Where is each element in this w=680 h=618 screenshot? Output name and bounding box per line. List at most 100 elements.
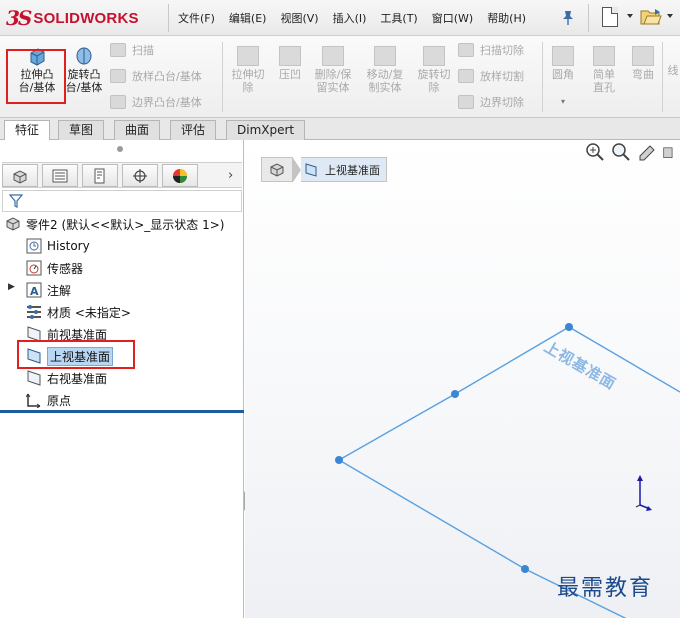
loft-cut-label: 放样切割 xyxy=(480,70,524,83)
boundary-cut-icon xyxy=(458,95,474,109)
tab-dimxpert[interactable]: DimXpert xyxy=(226,120,306,140)
extrude-cut-icon xyxy=(237,46,259,66)
origin-icon xyxy=(25,392,42,409)
fillet-button[interactable]: 圆角 ▾ xyxy=(546,42,580,110)
menu-help[interactable]: 帮助(H) xyxy=(487,10,526,26)
boundary-boss-label: 边界凸台/基体 xyxy=(132,96,202,109)
propertymanager-tab[interactable] xyxy=(42,164,78,187)
delete-body-button[interactable]: 删除/保留实体 xyxy=(308,42,358,110)
expand-arrow-icon[interactable]: ▶ xyxy=(8,282,15,292)
divider xyxy=(168,4,169,32)
revolve-cut-button[interactable]: 旋转切除 xyxy=(412,42,456,110)
indent-button[interactable]: 压凹 xyxy=(272,42,308,110)
indent-label: 压凹 xyxy=(279,68,301,81)
new-document-icon[interactable] xyxy=(602,7,618,27)
move-copy-icon xyxy=(374,46,396,66)
menu-tools[interactable]: 工具(T) xyxy=(380,10,417,26)
tree-item-origin[interactable]: 原点 xyxy=(25,390,72,410)
menu-bar: 文件(F) 编辑(E) 视图(V) 插入(I) 工具(T) 窗口(W) 帮助(H… xyxy=(178,0,540,36)
pin-icon[interactable] xyxy=(561,10,575,26)
sweep-cut-icon xyxy=(458,43,474,57)
tree-item-annotations[interactable]: A 注解 xyxy=(26,280,71,300)
property-list-icon xyxy=(52,169,68,182)
featuremanager-tab[interactable] xyxy=(2,164,38,187)
tree-item-label: 材质 <未指定> xyxy=(47,305,131,320)
fillet-dropdown-arrow[interactable]: ▾ xyxy=(546,95,580,108)
flex-button[interactable]: 弯曲 xyxy=(628,42,658,110)
tree-item-sensors[interactable]: 传感器 xyxy=(26,258,83,278)
svg-text:A: A xyxy=(30,285,39,298)
dimxpertmanager-tab[interactable] xyxy=(122,164,158,187)
menu-window[interactable]: 窗口(W) xyxy=(432,10,473,26)
move-copy-body-button[interactable]: 移动/复制实体 xyxy=(360,42,410,110)
menu-insert[interactable]: 插入(I) xyxy=(333,10,367,26)
flex-icon xyxy=(632,46,654,66)
revolve-cut-icon xyxy=(423,46,445,66)
fillet-icon xyxy=(552,46,574,66)
history-icon xyxy=(26,238,42,254)
brand-name: SOLIDWORKS xyxy=(33,9,139,27)
boundary-cut-button[interactable]: 边界切除 xyxy=(458,92,524,112)
plane-icon xyxy=(26,370,42,386)
tree-item-history[interactable]: History xyxy=(26,236,90,256)
panel-divider xyxy=(0,410,244,413)
open-dropdown-arrow[interactable] xyxy=(667,14,673,18)
filter-icon[interactable] xyxy=(9,193,23,209)
boundary-boss-button[interactable]: 边界凸台/基体 xyxy=(110,92,202,112)
sweep-cut-button[interactable]: 扫描切除 xyxy=(458,40,524,60)
material-icon xyxy=(26,304,42,320)
revolve-cut-label: 旋转切除 xyxy=(417,68,451,94)
title-bar: 3S SOLIDWORKS 文件(F) 编辑(E) 视图(V) 插入(I) 工具… xyxy=(0,0,680,36)
crosshair-icon xyxy=(133,168,147,183)
top-plane-highlight-box xyxy=(17,340,135,369)
loft-cut-icon xyxy=(458,69,474,83)
new-dropdown-arrow[interactable] xyxy=(627,14,633,18)
solidworks-logo[interactable]: 3S SOLIDWORKS xyxy=(6,0,158,36)
delete-body-icon xyxy=(322,46,344,66)
panel-grip-icon[interactable] xyxy=(117,146,123,152)
chevron-right-icon[interactable]: › xyxy=(228,164,242,187)
solidworks-window: 3S SOLIDWORKS 文件(F) 编辑(E) 视图(V) 插入(I) 工具… xyxy=(0,0,680,618)
revolve-boss-icon xyxy=(76,47,92,65)
divider xyxy=(542,42,543,112)
configurationmanager-tab[interactable] xyxy=(82,164,118,187)
tree-item-label: 原点 xyxy=(47,393,72,408)
tree-item-label: 传感器 xyxy=(47,261,84,276)
tab-features[interactable]: 特征 xyxy=(4,120,51,141)
delete-body-label: 删除/保留实体 xyxy=(314,68,352,94)
tree-item-label: History xyxy=(47,239,90,253)
tree-filter[interactable] xyxy=(2,190,242,212)
manager-tabs: › xyxy=(2,162,242,188)
displaymanager-tab[interactable] xyxy=(162,164,198,187)
extrude-cut-button[interactable]: 拉伸切除 xyxy=(226,42,270,110)
menu-view[interactable]: 视图(V) xyxy=(280,10,318,26)
loft-button[interactable]: 放样凸台/基体 xyxy=(110,66,202,86)
sweep-button[interactable]: 扫描 xyxy=(110,40,154,60)
graphics-area[interactable]: 上视基准面 上视基准面 最需教育 xyxy=(245,140,680,618)
revolve-boss-button[interactable]: 旋转凸台/基体 xyxy=(62,42,106,110)
tab-sketch[interactable]: 草图 xyxy=(58,120,105,140)
sweep-cut-label: 扫描切除 xyxy=(480,44,524,57)
indent-icon xyxy=(279,46,301,66)
move-copy-label: 移动/复制实体 xyxy=(366,68,404,94)
extrude-highlight-box xyxy=(6,49,66,104)
tree-item-label: 右视基准面 xyxy=(47,371,108,386)
menu-edit[interactable]: 编辑(E) xyxy=(229,10,267,26)
part-tree-icon xyxy=(13,169,27,184)
tree-item-right-plane[interactable]: 右视基准面 xyxy=(26,368,107,388)
more-commands-button[interactable]: 线 xyxy=(666,42,680,110)
command-tabs: 特征 草图 曲面 评估 DimXpert xyxy=(0,118,680,141)
open-folder-icon[interactable] xyxy=(640,8,662,26)
loft-icon xyxy=(110,69,126,83)
simple-hole-button[interactable]: 简单直孔 xyxy=(582,42,626,110)
menu-file[interactable]: 文件(F) xyxy=(178,10,215,26)
tree-root-part[interactable]: 零件2 (默认<<默认>_显示状态 1>) xyxy=(5,214,224,234)
tab-evaluate[interactable]: 评估 xyxy=(170,120,217,140)
sensor-icon xyxy=(26,260,42,276)
tree-item-material[interactable]: 材质 <未指定> xyxy=(26,302,131,322)
tab-surfaces[interactable]: 曲面 xyxy=(114,120,161,140)
watermark-text: 最需教育 xyxy=(557,576,654,601)
boundary-boss-icon xyxy=(110,95,126,109)
loft-cut-button[interactable]: 放样切割 xyxy=(458,66,524,86)
loft-label: 放样凸台/基体 xyxy=(132,70,202,83)
